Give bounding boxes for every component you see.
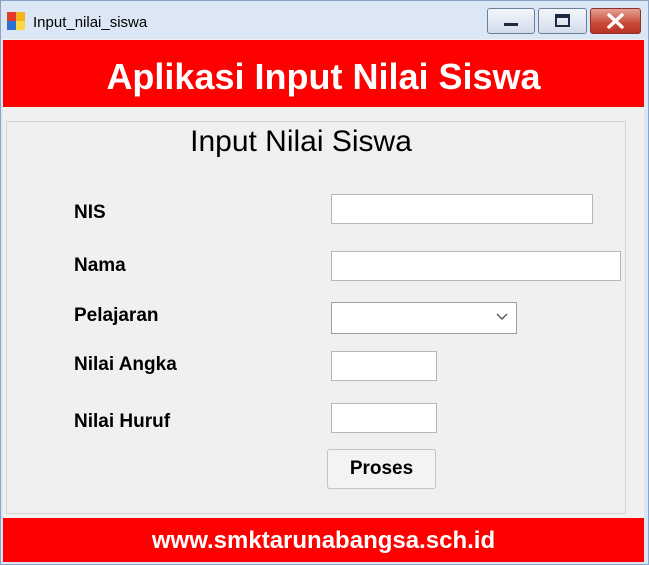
window-title: Input_nilai_siswa (33, 14, 148, 31)
app-window: Input_nilai_siswa Aplikasi Input Nilai S… (0, 0, 649, 565)
footer-banner: www.smktarunabangsa.sch.id (3, 518, 644, 562)
nis-label: NIS (74, 202, 106, 223)
nama-label: Nama (74, 255, 126, 276)
form-client-area: Aplikasi Input Nilai Siswa Input Nilai S… (3, 39, 644, 562)
app-icon (7, 12, 25, 30)
minimize-icon (504, 23, 518, 26)
nilai-huruf-label: Nilai Huruf (74, 411, 171, 432)
header-banner: Aplikasi Input Nilai Siswa (3, 40, 644, 107)
app-title: Aplikasi Input Nilai Siswa (106, 56, 541, 97)
nis-input[interactable] (331, 194, 593, 224)
close-button[interactable] (590, 8, 641, 34)
title-bar[interactable]: Input_nilai_siswa (1, 1, 648, 39)
nilai-huruf-input[interactable] (331, 403, 437, 433)
close-icon (607, 13, 624, 29)
pelajaran-dropdown[interactable] (331, 302, 517, 334)
maximize-icon (555, 14, 570, 27)
form-title: Input Nilai Siswa (190, 125, 412, 158)
nilai-angka-label: Nilai Angka (74, 354, 177, 375)
chevron-down-icon (496, 313, 508, 320)
minimize-button[interactable] (487, 8, 535, 34)
nilai-angka-input[interactable] (331, 351, 437, 381)
nama-input[interactable] (331, 251, 621, 281)
maximize-button[interactable] (538, 8, 587, 34)
footer-website: www.smktarunabangsa.sch.id (151, 527, 496, 554)
proses-button[interactable]: Proses (327, 449, 436, 489)
pelajaran-label: Pelajaran (74, 305, 159, 326)
